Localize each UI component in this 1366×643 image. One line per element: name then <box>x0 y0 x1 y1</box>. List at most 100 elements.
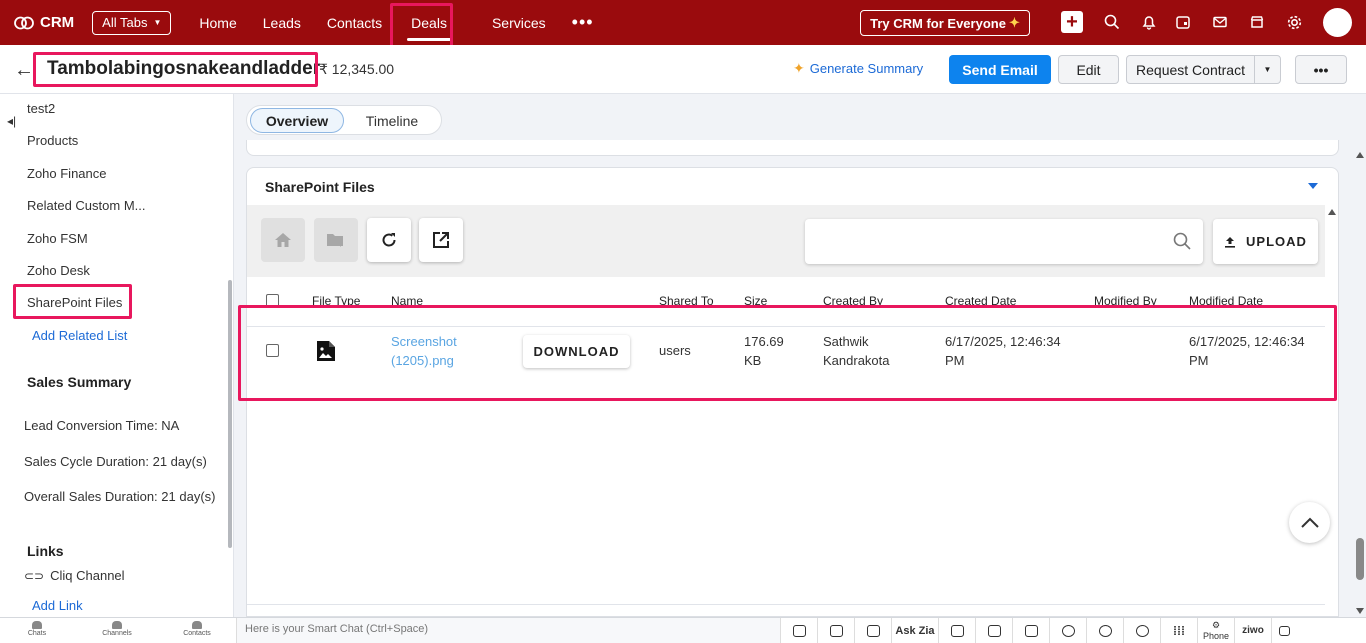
column-modified-date[interactable]: Modified Date <box>1189 294 1263 308</box>
sidebar-item-sharepoint-files[interactable]: SharePoint Files <box>27 295 122 310</box>
column-file-type[interactable]: File Type <box>312 294 360 308</box>
gear-icon[interactable] <box>1284 12 1304 32</box>
apps-grid-icon[interactable]: ⁞⁞⁞ <box>1160 618 1197 643</box>
activity-icon[interactable] <box>938 618 975 643</box>
phone-button[interactable]: ⚙ Phone <box>1197 618 1234 643</box>
size-cell: 176.69 KB <box>744 332 784 370</box>
generate-summary-link[interactable]: ✦ Generate Summary <box>793 60 923 77</box>
sidebar-scrollbar[interactable] <box>228 280 232 548</box>
previous-section-card <box>246 140 1339 156</box>
created-by-line2: Kandrakota <box>823 353 890 368</box>
column-shared-to[interactable]: Shared To <box>659 294 714 308</box>
home-button[interactable] <box>261 218 305 262</box>
edit-button[interactable]: Edit <box>1058 55 1119 84</box>
tab-timeline[interactable]: Timeline <box>351 108 433 133</box>
column-modified-by[interactable]: Modified By <box>1094 294 1157 308</box>
accessibility-icon[interactable] <box>1123 618 1160 643</box>
sidebar-item-zoho-fsm[interactable]: Zoho FSM <box>27 231 88 246</box>
nav-home[interactable]: Home <box>199 0 236 45</box>
alarm-icon[interactable] <box>1049 618 1086 643</box>
column-name[interactable]: Name <box>391 294 423 308</box>
sidebar-item-zoho-desk[interactable]: Zoho Desk <box>27 263 90 278</box>
scroll-up-arrow-icon[interactable] <box>1328 209 1336 215</box>
open-external-button[interactable] <box>419 218 463 262</box>
refresh-button[interactable] <box>367 218 411 262</box>
chevron-up-icon <box>1300 517 1319 528</box>
table-scrollbar[interactable] <box>1325 205 1338 618</box>
created-date-cell: 6/17/2025, 12:46:34 PM <box>945 332 1061 370</box>
tab-overview[interactable]: Overview <box>250 108 344 133</box>
history-icon[interactable] <box>1086 618 1123 643</box>
tag-icon[interactable] <box>975 618 1012 643</box>
add-related-list-link[interactable]: Add Related List <box>32 328 127 343</box>
sidebar-item-test2[interactable]: test2 <box>27 101 55 116</box>
nav-deals[interactable]: Deals <box>407 0 451 45</box>
more-actions-button[interactable]: ••• <box>1295 55 1347 84</box>
sidebar-item-products[interactable]: Products <box>27 133 78 148</box>
nav-leads[interactable]: Leads <box>263 0 301 45</box>
nav-contacts[interactable]: Contacts <box>327 0 382 45</box>
file-name-link[interactable]: Screenshot (1205).png <box>391 332 457 370</box>
calendar-icon[interactable] <box>1173 12 1193 32</box>
smart-chat-input[interactable]: Here is your Smart Chat (Ctrl+Space) <box>236 618 780 643</box>
scroll-to-top-button[interactable] <box>1289 502 1330 543</box>
ziwo-logo[interactable]: ziwo <box>1234 618 1271 643</box>
request-contract-button[interactable]: Request Contract <box>1126 55 1255 84</box>
send-email-button[interactable]: Send Email <box>949 55 1051 84</box>
scroll-down-arrow-icon[interactable] <box>1356 608 1364 614</box>
column-size[interactable]: Size <box>744 294 767 308</box>
app-name: CRM <box>40 14 75 31</box>
plus-icon[interactable]: + <box>1061 11 1083 33</box>
bell-icon[interactable] <box>1139 12 1159 32</box>
video-icon[interactable] <box>817 618 854 643</box>
crm-logo-icon <box>14 16 34 29</box>
chat-icon <box>32 621 42 629</box>
column-created-date[interactable]: Created Date <box>945 294 1016 308</box>
sharepoint-search-input[interactable] <box>815 229 1165 253</box>
bottom-tab-contacts[interactable]: Contacts <box>177 621 217 637</box>
modified-date-line1: 6/17/2025, 12:46:34 <box>1189 334 1305 349</box>
sales-cycle-duration: Sales Cycle Duration: 21 day(s) <box>24 454 207 469</box>
screen-share-icon[interactable] <box>780 618 817 643</box>
nav-services[interactable]: Services <box>492 0 546 45</box>
request-contract-dropdown[interactable]: ▼ <box>1254 55 1281 84</box>
download-button[interactable]: DOWNLOAD <box>523 335 630 368</box>
page-scrollbar[interactable] <box>1354 150 1366 617</box>
bottom-tab-chats[interactable]: Chats <box>17 621 57 637</box>
sparkle-icon: ✦ <box>793 60 805 76</box>
add-link-link[interactable]: Add Link <box>32 598 83 613</box>
chat-bubble-icon[interactable] <box>1271 618 1297 643</box>
store-icon[interactable] <box>1247 12 1267 32</box>
page-scroll-thumb[interactable] <box>1356 538 1364 580</box>
mail-icon[interactable] <box>1210 12 1230 32</box>
bottom-tab-chats-label: Chats <box>27 630 47 637</box>
folder-up-button[interactable] <box>314 218 358 262</box>
avatar[interactable] <box>1323 8 1352 37</box>
all-tabs-dropdown[interactable]: All Tabs ▼ <box>92 10 172 35</box>
zia-icon[interactable] <box>1012 618 1049 643</box>
scroll-up-arrow-icon[interactable] <box>1356 152 1364 158</box>
channels-icon <box>112 621 122 629</box>
crm-logo[interactable]: CRM <box>14 14 74 31</box>
column-created-by[interactable]: Created By <box>823 294 883 308</box>
back-arrow-icon[interactable]: ← <box>14 59 34 82</box>
collapse-caret-icon[interactable] <box>1308 183 1318 189</box>
bottom-tab-channels-label: Channels <box>102 630 132 637</box>
search-icon[interactable] <box>1102 12 1122 32</box>
bottom-tab-channels[interactable]: Channels <box>97 621 137 637</box>
sidebar-item-zoho-finance[interactable]: Zoho Finance <box>27 166 107 181</box>
cliq-channel-link[interactable]: ⊂⊃ Cliq Channel <box>24 568 125 583</box>
select-all-checkbox[interactable] <box>266 294 279 307</box>
megaphone-icon[interactable] <box>854 618 891 643</box>
sidebar-item-related-custom[interactable]: Related Custom M... <box>27 198 146 213</box>
try-crm-label: Try CRM for Everyone <box>870 15 1006 31</box>
search-icon[interactable] <box>1173 232 1191 250</box>
try-crm-button[interactable]: Try CRM for Everyone ✦ <box>860 10 1030 36</box>
more-tabs-button[interactable]: ••• <box>572 12 594 33</box>
row-checkbox[interactable] <box>266 344 279 357</box>
upload-button[interactable]: UPLOAD <box>1213 219 1318 264</box>
ask-zia-button[interactable]: Ask Zia <box>891 618 938 643</box>
shared-to-cell: users <box>659 343 691 358</box>
sharepoint-search-box[interactable] <box>805 219 1203 264</box>
collapse-sidebar-icon[interactable]: ◂| <box>7 114 16 128</box>
